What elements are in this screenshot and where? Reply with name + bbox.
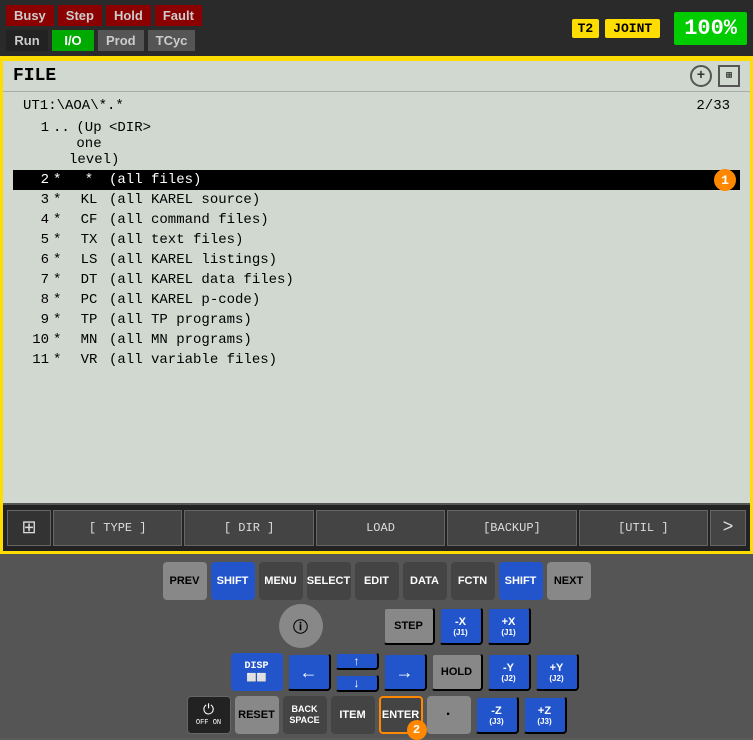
file-title: FILE <box>13 66 56 86</box>
kbd-row-1: PREV SHIFT MENU SELECT EDIT DATA FCTN SH… <box>163 562 591 600</box>
row-badge-1: 1 <box>714 169 736 191</box>
file-row[interactable]: 7 * DT (all KAREL data files) <box>13 270 740 290</box>
run-button[interactable]: Run <box>6 30 48 51</box>
arrow-left-button[interactable]: ← <box>287 653 331 691</box>
z-pos-button[interactable]: +Z (J3) <box>523 696 567 734</box>
prod-button[interactable]: Prod <box>98 30 144 51</box>
prev-button[interactable]: PREV <box>163 562 207 600</box>
file-row[interactable]: 11 * VR (all variable files) <box>13 350 740 370</box>
joint-badge: JOINT <box>605 19 660 38</box>
y-pos-button[interactable]: +Y (J2) <box>535 653 579 691</box>
shift-right-button[interactable]: SHIFT <box>499 562 543 600</box>
next-button[interactable]: NEXT <box>547 562 591 600</box>
softkey-bar: ⊞ [ TYPE ] [ DIR ] LOAD [BACKUP] [UTIL ]… <box>3 503 750 551</box>
dot-button[interactable]: · <box>427 696 471 734</box>
x-pos-button[interactable]: +X (J1) <box>487 607 531 645</box>
fctn-button[interactable]: FCTN <box>451 562 495 600</box>
header-icons: + ⊞ <box>690 65 740 87</box>
info-button[interactable]: ⓘ <box>279 604 323 648</box>
percent-badge: 100% <box>674 12 747 45</box>
keyboard-area: PREV SHIFT MENU SELECT EDIT DATA FCTN SH… <box>0 554 753 738</box>
select-button[interactable]: SELECT <box>307 562 351 600</box>
z-neg-button[interactable]: -Z (J3) <box>475 696 519 734</box>
arrow-down-button[interactable]: ↓ <box>335 674 379 692</box>
grid-icon[interactable]: ⊞ <box>718 65 740 87</box>
file-header: FILE + ⊞ <box>3 61 750 92</box>
file-row[interactable]: 1 .. (Up one level) <DIR> <box>13 118 740 170</box>
io-button[interactable]: I/O <box>52 30 94 51</box>
main-screen: FILE + ⊞ UT1:\AOA\*.* 2/33 1 .. (Up one … <box>0 58 753 554</box>
status-bar: Busy Step Hold Fault Run I/O Prod TCyc T… <box>0 0 753 58</box>
backspace-button[interactable]: BACKSPACE <box>283 696 327 734</box>
step-button[interactable]: Step <box>58 5 102 26</box>
busy-button[interactable]: Busy <box>6 5 54 26</box>
enter-wrapper: ENTER 2 <box>379 696 423 734</box>
disp-button[interactable]: DISP ⬜⬜ <box>231 653 283 691</box>
step-kbd-button[interactable]: STEP <box>383 607 435 645</box>
arrow-right-button[interactable]: → <box>383 653 427 691</box>
plus-icon[interactable]: + <box>690 65 712 87</box>
grid-softkey[interactable]: ⊞ <box>7 510 51 546</box>
load-softkey[interactable]: LOAD <box>316 510 445 546</box>
data-button[interactable]: DATA <box>403 562 447 600</box>
type-softkey[interactable]: [ TYPE ] <box>53 510 182 546</box>
file-row[interactable]: 3 * KL (all KAREL source) <box>13 190 740 210</box>
kbd-row-2: ⓘ STEP -X (J1) +X (J1) <box>223 604 531 648</box>
edit-button[interactable]: EDIT <box>355 562 399 600</box>
enter-badge: 2 <box>407 720 427 740</box>
x-neg-button[interactable]: -X (J1) <box>439 607 483 645</box>
fault-button[interactable]: Fault <box>155 5 202 26</box>
file-row[interactable]: 5 * TX (all text files) <box>13 230 740 250</box>
kbd-row-3: DISP ⬜⬜ ← ↑ ↓ → HOLD -Y (J2) +Y (J2) <box>175 652 579 692</box>
kbd-row-4: ⏻ OFF ON RESET BACKSPACE ITEM ENTER 2 · … <box>187 696 567 734</box>
menu-button[interactable]: MENU <box>259 562 303 600</box>
tcyc-button[interactable]: TCyc <box>148 30 196 51</box>
file-row[interactable]: 4 * CF (all command files) <box>13 210 740 230</box>
hold-button[interactable]: Hold <box>106 5 151 26</box>
file-row[interactable]: 6 * LS (all KAREL listings) <box>13 250 740 270</box>
shift-left-button[interactable]: SHIFT <box>211 562 255 600</box>
t2-joint-area: T2 JOINT 100% <box>572 12 747 45</box>
power-button[interactable]: ⏻ OFF ON <box>187 696 231 734</box>
path-line: UT1:\AOA\*.* 2/33 <box>13 98 740 114</box>
page-info: 2/33 <box>696 98 730 114</box>
file-row[interactable]: 9 * TP (all TP programs) <box>13 310 740 330</box>
status-row2: Run I/O Prod TCyc <box>6 30 202 51</box>
file-row[interactable]: 10 * MN (all MN programs) <box>13 330 740 350</box>
reset-button[interactable]: RESET <box>235 696 279 734</box>
t2-badge: T2 <box>572 19 600 38</box>
util-softkey[interactable]: [UTIL ] <box>579 510 708 546</box>
file-row-selected[interactable]: 2 * * (all files) 1 <box>13 170 740 190</box>
dir-softkey[interactable]: [ DIR ] <box>184 510 313 546</box>
backup-softkey[interactable]: [BACKUP] <box>447 510 576 546</box>
file-path: UT1:\AOA\*.* <box>23 98 124 114</box>
next-softkey[interactable]: > <box>710 510 746 546</box>
y-neg-button[interactable]: -Y (J2) <box>487 653 531 691</box>
status-row1: Busy Step Hold Fault <box>6 5 202 26</box>
file-row[interactable]: 8 * PC (all KAREL p-code) <box>13 290 740 310</box>
hold-kbd-button[interactable]: HOLD <box>431 653 483 691</box>
status-buttons-left: Busy Step Hold Fault Run I/O Prod TCyc <box>6 5 202 51</box>
item-button[interactable]: ITEM <box>331 696 375 734</box>
arrow-up-button[interactable]: ↑ <box>335 652 379 670</box>
file-listing: UT1:\AOA\*.* 2/33 1 .. (Up one level) <D… <box>3 92 750 503</box>
